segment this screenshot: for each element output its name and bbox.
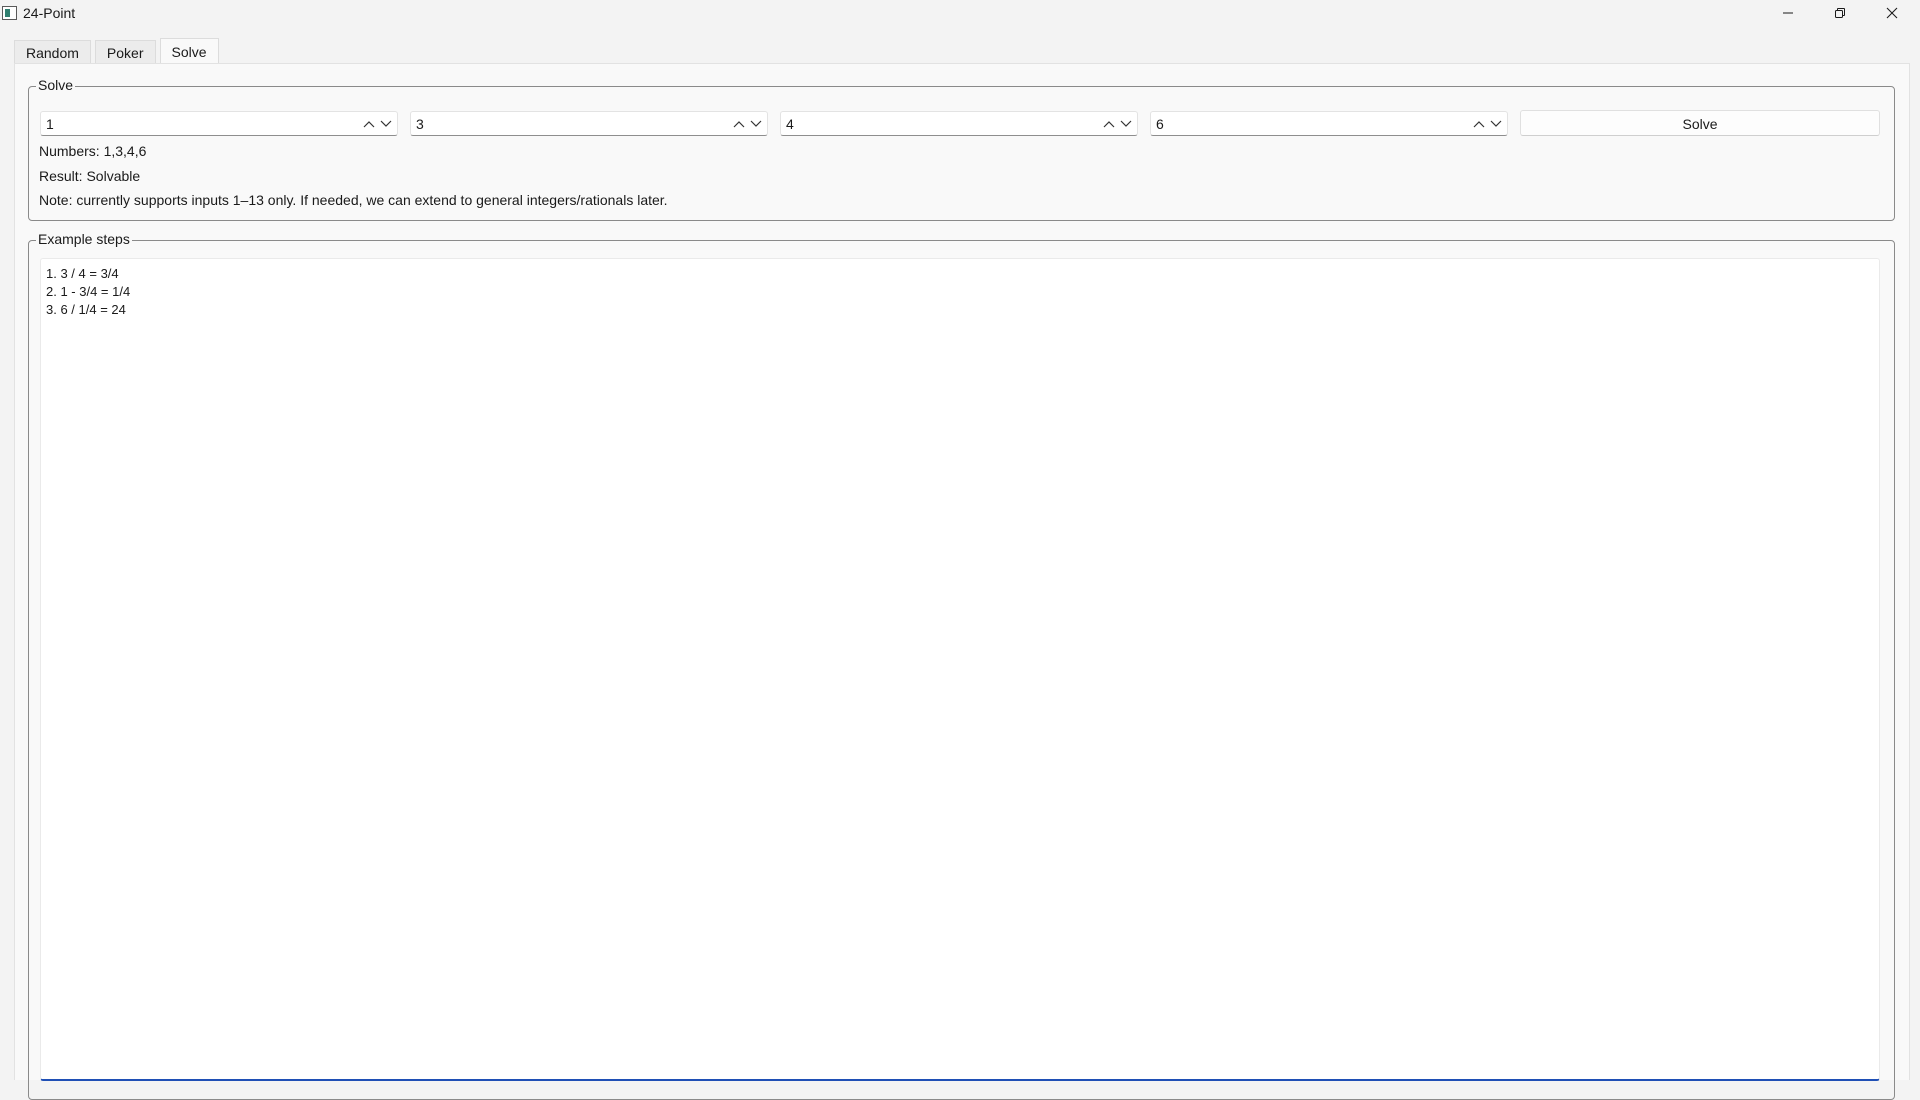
tab-random[interactable]: Random <box>14 40 91 64</box>
tab-poker[interactable]: Poker <box>94 40 156 64</box>
number-input-4-value: 6 <box>1156 116 1164 132</box>
window-title: 24-Point <box>23 5 76 21</box>
close-icon <box>1886 7 1898 19</box>
solve-group-title: Solve <box>36 77 76 93</box>
number-input-1[interactable]: 1 <box>40 111 398 136</box>
chevron-down-icon <box>750 120 762 127</box>
number-input-1-increment[interactable] <box>361 117 377 131</box>
tab-bar: Random Poker Solve <box>14 38 223 64</box>
number-input-2-decrement[interactable] <box>748 117 764 131</box>
chevron-down-icon <box>1490 120 1502 127</box>
number-input-4[interactable]: 6 <box>1150 111 1508 136</box>
example-steps-group: Example steps 1. 3 / 4 = 3/4 2. 1 - 3/4 … <box>28 231 1895 1100</box>
solve-tab-pane: Solve 1 3 4 6 Solve Numbers: 1,3,4,6 Res… <box>14 63 1910 1100</box>
number-input-4-decrement[interactable] <box>1488 117 1504 131</box>
number-input-3-decrement[interactable] <box>1118 117 1134 131</box>
app-window-icon <box>2 6 17 20</box>
result-label: Result: Solvable <box>39 168 141 184</box>
number-input-3-increment[interactable] <box>1101 117 1117 131</box>
number-input-3-value: 4 <box>786 116 794 132</box>
example-steps-group-title: Example steps <box>36 231 132 247</box>
chevron-up-icon <box>363 121 375 128</box>
number-input-2-increment[interactable] <box>731 117 747 131</box>
number-input-1-value: 1 <box>46 116 54 132</box>
chevron-up-icon <box>733 121 745 128</box>
chevron-up-icon <box>1473 121 1485 128</box>
chevron-down-icon <box>380 120 392 127</box>
number-input-2[interactable]: 3 <box>410 111 768 136</box>
tab-solve[interactable]: Solve <box>159 38 219 63</box>
solve-button[interactable]: Solve <box>1520 110 1880 136</box>
minimize-button[interactable] <box>1762 0 1814 26</box>
number-input-4-increment[interactable] <box>1471 117 1487 131</box>
number-input-1-decrement[interactable] <box>378 117 394 131</box>
chevron-up-icon <box>1103 121 1115 128</box>
numbers-label: Numbers: 1,3,4,6 <box>39 143 147 159</box>
number-input-3[interactable]: 4 <box>780 111 1138 136</box>
steps-text-area[interactable]: 1. 3 / 4 = 3/4 2. 1 - 3/4 = 1/4 3. 6 / 1… <box>40 258 1880 1081</box>
note-label: Note: currently supports inputs 1–13 onl… <box>39 192 668 208</box>
number-input-2-value: 3 <box>416 116 424 132</box>
step-line: 3. 6 / 1/4 = 24 <box>46 302 126 317</box>
title-bar: 24-Point <box>0 0 1920 26</box>
step-line: 2. 1 - 3/4 = 1/4 <box>46 284 131 299</box>
restore-icon <box>1835 8 1845 18</box>
minimize-icon <box>1783 12 1793 14</box>
step-line: 1. 3 / 4 = 3/4 <box>46 266 119 281</box>
chevron-down-icon <box>1120 120 1132 127</box>
close-button[interactable] <box>1866 0 1918 26</box>
restore-button[interactable] <box>1814 0 1866 26</box>
solve-group: Solve 1 3 4 6 Solve Numbers: 1,3,4,6 Res… <box>28 77 1895 221</box>
